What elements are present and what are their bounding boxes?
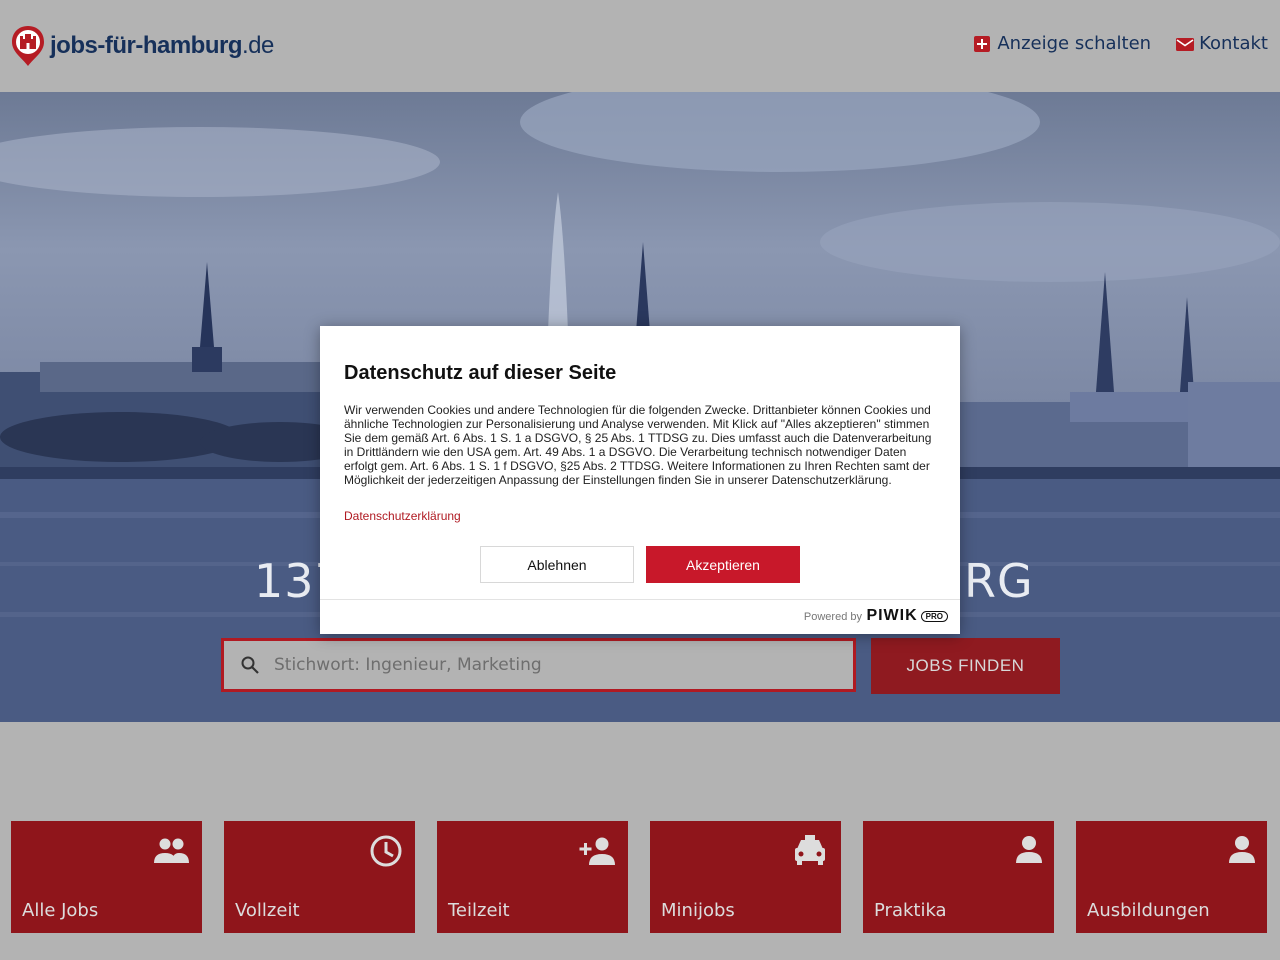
- consent-text: Wir verwenden Cookies und andere Technol…: [344, 403, 932, 487]
- person-icon: [1004, 833, 1042, 869]
- consent-title: Datenschutz auf dieser Seite: [344, 362, 617, 384]
- group-icon: [152, 833, 190, 869]
- piwik-pro-badge: PRO: [920, 610, 948, 622]
- decline-button[interactable]: Ablehnen: [480, 546, 634, 583]
- person-icon: [1217, 833, 1255, 869]
- hamburg-castle-pin-icon: [10, 24, 46, 68]
- privacy-policy-link[interactable]: Datenschutzerklärung: [344, 509, 461, 523]
- category-tiles: Alle Jobs Vollzeit Teilzeit Minijobs Pra…: [11, 821, 1267, 933]
- site-header: jobs-für-hamburg.de Anzeige schalten Kon…: [0, 0, 1280, 92]
- tile-label: Alle Jobs: [22, 900, 99, 921]
- logo-tld: .de: [241, 32, 274, 59]
- person-add-icon: [578, 833, 616, 869]
- consent-dialog: Datenschutz auf dieser Seite Wir verwend…: [320, 326, 960, 634]
- plus-box-icon: [973, 35, 991, 53]
- top-nav: Anzeige schalten Kontakt: [973, 33, 1268, 54]
- search-icon: [240, 655, 260, 675]
- category-praktika[interactable]: Praktika: [863, 821, 1054, 933]
- jobs-finden-button[interactable]: JOBS FINDEN: [871, 638, 1060, 694]
- accept-button[interactable]: Akzeptieren: [646, 546, 800, 583]
- piwik-pro-logo[interactable]: PIWIK PRO: [866, 607, 948, 625]
- category-alle-jobs[interactable]: Alle Jobs: [11, 821, 202, 933]
- clock-icon: [365, 833, 403, 869]
- tile-label: Vollzeit: [235, 900, 300, 921]
- nav-kontakt[interactable]: Kontakt: [1175, 33, 1268, 54]
- tile-label: Minijobs: [661, 900, 735, 921]
- nav-label: Anzeige schalten: [997, 33, 1152, 54]
- category-vollzeit[interactable]: Vollzeit: [224, 821, 415, 933]
- search-box: [221, 638, 856, 692]
- nav-label: Kontakt: [1199, 33, 1268, 54]
- search-input[interactable]: [274, 655, 834, 675]
- category-teilzeit[interactable]: Teilzeit: [437, 821, 628, 933]
- tile-label: Teilzeit: [448, 900, 510, 921]
- powered-by-label: Powered by: [803, 611, 862, 623]
- consent-footer: Powered by PIWIK PRO: [320, 599, 960, 634]
- site-logo[interactable]: jobs-für-hamburg.de: [10, 24, 274, 68]
- taxi-icon: [791, 833, 829, 869]
- hero-title-right: RG: [964, 554, 1034, 608]
- category-ausbildungen[interactable]: Ausbildungen: [1076, 821, 1267, 933]
- category-minijobs[interactable]: Minijobs: [650, 821, 841, 933]
- mail-icon: [1175, 35, 1195, 53]
- piwik-wordmark: PIWIK: [866, 607, 918, 624]
- nav-anzeige-schalten[interactable]: Anzeige schalten: [973, 33, 1151, 54]
- tile-label: Praktika: [874, 900, 947, 921]
- tile-label: Ausbildungen: [1087, 900, 1210, 921]
- logo-text: jobs-für-hamburg: [50, 32, 242, 59]
